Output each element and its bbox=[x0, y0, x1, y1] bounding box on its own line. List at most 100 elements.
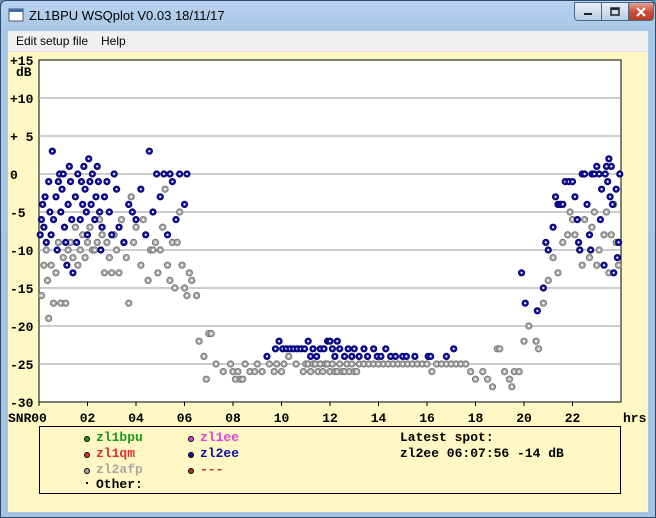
data-point-zl2afp bbox=[176, 208, 184, 216]
y-unit-bottom: SNR bbox=[8, 411, 32, 426]
data-point-zl2ee bbox=[137, 185, 145, 193]
data-point-zl2ee bbox=[450, 345, 458, 353]
data-point-zl2ee bbox=[149, 208, 157, 216]
data-point-zl2afp bbox=[588, 223, 596, 231]
data-point-zl2afp bbox=[348, 360, 356, 368]
data-point-zl2afp bbox=[241, 360, 249, 368]
data-point-zl2ee bbox=[601, 170, 609, 178]
y-tick-label: 0 bbox=[10, 168, 18, 183]
data-point-zl2ee bbox=[551, 193, 560, 201]
data-point-zl2afp bbox=[144, 276, 152, 284]
data-point-zl2ee bbox=[340, 352, 349, 360]
data-point-zl2afp bbox=[265, 360, 273, 368]
data-point-zl2afp bbox=[593, 261, 601, 269]
data-point-zl2ee bbox=[58, 185, 66, 193]
data-point-zl2afp bbox=[607, 231, 615, 239]
data-point-zl2afp bbox=[40, 261, 48, 269]
data-point-zl2afp bbox=[49, 299, 58, 307]
y-tick-label: -30 bbox=[10, 396, 34, 411]
data-point-zl2ee bbox=[145, 147, 153, 155]
data-point-zl2afp bbox=[508, 383, 516, 391]
legend-dot-zl1qm bbox=[84, 452, 90, 458]
data-point-zl2ee bbox=[59, 170, 67, 178]
minimize-button[interactable] bbox=[574, 2, 602, 21]
data-point-zl2ee bbox=[60, 223, 69, 231]
data-point-zl2afp bbox=[614, 261, 623, 269]
data-point-zl2afp bbox=[554, 269, 562, 277]
plot-area: +15 +10 + 5 0 -5 -10 -15 -20 -25 -30 dB SNR 00 02 04 06… bbox=[8, 52, 648, 512]
x-unit-label: hrs bbox=[623, 411, 647, 426]
data-point-zl2ee bbox=[93, 162, 101, 171]
data-point-zl2afp bbox=[76, 246, 84, 254]
data-point-zl2afp bbox=[239, 375, 247, 383]
x-tick-label: 22 bbox=[565, 411, 581, 426]
data-point-zl2afp bbox=[193, 292, 201, 300]
data-point-zl2afp bbox=[180, 284, 189, 292]
menu-help[interactable]: Help bbox=[101, 34, 126, 48]
data-point-zl2ee bbox=[108, 231, 116, 239]
data-point-zl2afp bbox=[37, 292, 46, 300]
data-point-zl2ee bbox=[593, 162, 601, 171]
data-point-zl2ee bbox=[306, 352, 315, 360]
data-point-zl2afp bbox=[299, 367, 307, 376]
data-point-zl2afp bbox=[103, 238, 111, 246]
legend-label-other: Other: bbox=[96, 477, 143, 492]
data-point-zl2ee bbox=[74, 170, 82, 178]
data-point-zl2ee bbox=[521, 299, 529, 307]
data-point-zl2ee bbox=[120, 238, 128, 246]
data-point-zl2ee bbox=[573, 216, 581, 224]
data-point-zl2ee bbox=[142, 231, 150, 239]
data-point-zl2afp bbox=[423, 360, 431, 368]
close-button[interactable] bbox=[628, 2, 654, 21]
data-point-zl2ee bbox=[539, 284, 548, 292]
data-point-zl2afp bbox=[471, 375, 480, 383]
legend-label-zl2afp: zl2afp bbox=[96, 462, 143, 477]
data-point-zl2afp bbox=[578, 261, 586, 269]
data-point-zl2ee bbox=[110, 170, 118, 178]
data-point-zl2afp bbox=[571, 231, 579, 239]
data-point-zl2afp bbox=[595, 246, 603, 254]
data-point-zl2ee bbox=[180, 200, 189, 208]
data-point-zl2afp bbox=[306, 367, 315, 376]
data-point-zl2ee bbox=[596, 216, 604, 224]
data-point-zl2afp bbox=[139, 216, 147, 224]
data-point-zl2afp bbox=[428, 367, 436, 376]
data-point-zl2ee bbox=[76, 216, 84, 224]
data-point-zl2afp bbox=[226, 360, 235, 368]
legend-label-zl1bpu: zl1bpu bbox=[96, 430, 143, 445]
data-point-zl2afp bbox=[525, 322, 533, 330]
data-point-zl2ee bbox=[53, 246, 61, 254]
x-tick-label: 02 bbox=[80, 411, 96, 426]
data-point-zl2ee bbox=[153, 170, 161, 178]
data-point-zl2ee bbox=[568, 178, 577, 186]
data-point-zl2afp bbox=[154, 269, 162, 277]
data-point-zl2afp bbox=[115, 269, 123, 277]
data-point-zl2ee bbox=[331, 352, 339, 360]
data-point-zl2ee bbox=[313, 352, 321, 360]
data-point-zl2ee bbox=[614, 238, 623, 246]
maximize-button[interactable] bbox=[601, 2, 629, 21]
legend-label-dashes: --- bbox=[200, 462, 224, 477]
data-point-zl2afp bbox=[234, 367, 242, 376]
data-point-zl2afp bbox=[45, 314, 53, 322]
data-point-zl2ee bbox=[163, 231, 172, 239]
y-tick-label: + 5 bbox=[10, 130, 34, 145]
data-point-zl2ee bbox=[113, 185, 121, 193]
title-bar[interactable]: ZL1BPU WSQplot V0.03 18/11/17 bbox=[1, 1, 655, 31]
x-tick-label: 18 bbox=[468, 411, 484, 426]
data-point-zl2ee bbox=[128, 208, 136, 216]
data-point-zl2ee bbox=[156, 193, 164, 201]
data-point-zl2afp bbox=[559, 238, 567, 246]
y-tick-label: -20 bbox=[10, 320, 34, 335]
data-point-zl2afp bbox=[69, 254, 77, 262]
data-point-zl2afp bbox=[534, 345, 543, 353]
data-point-zl2afp bbox=[202, 375, 210, 383]
menu-edit-setup-file[interactable]: Edit setup file bbox=[16, 34, 88, 48]
minimize-icon bbox=[584, 12, 592, 15]
data-point-zl2ee bbox=[168, 178, 176, 186]
y-unit-top: dB bbox=[16, 65, 32, 80]
x-tick-label: 20 bbox=[516, 411, 532, 426]
data-point-zl2ee bbox=[42, 238, 50, 246]
data-point-zl2afp bbox=[532, 337, 540, 345]
data-point-zl2ee bbox=[576, 246, 584, 254]
